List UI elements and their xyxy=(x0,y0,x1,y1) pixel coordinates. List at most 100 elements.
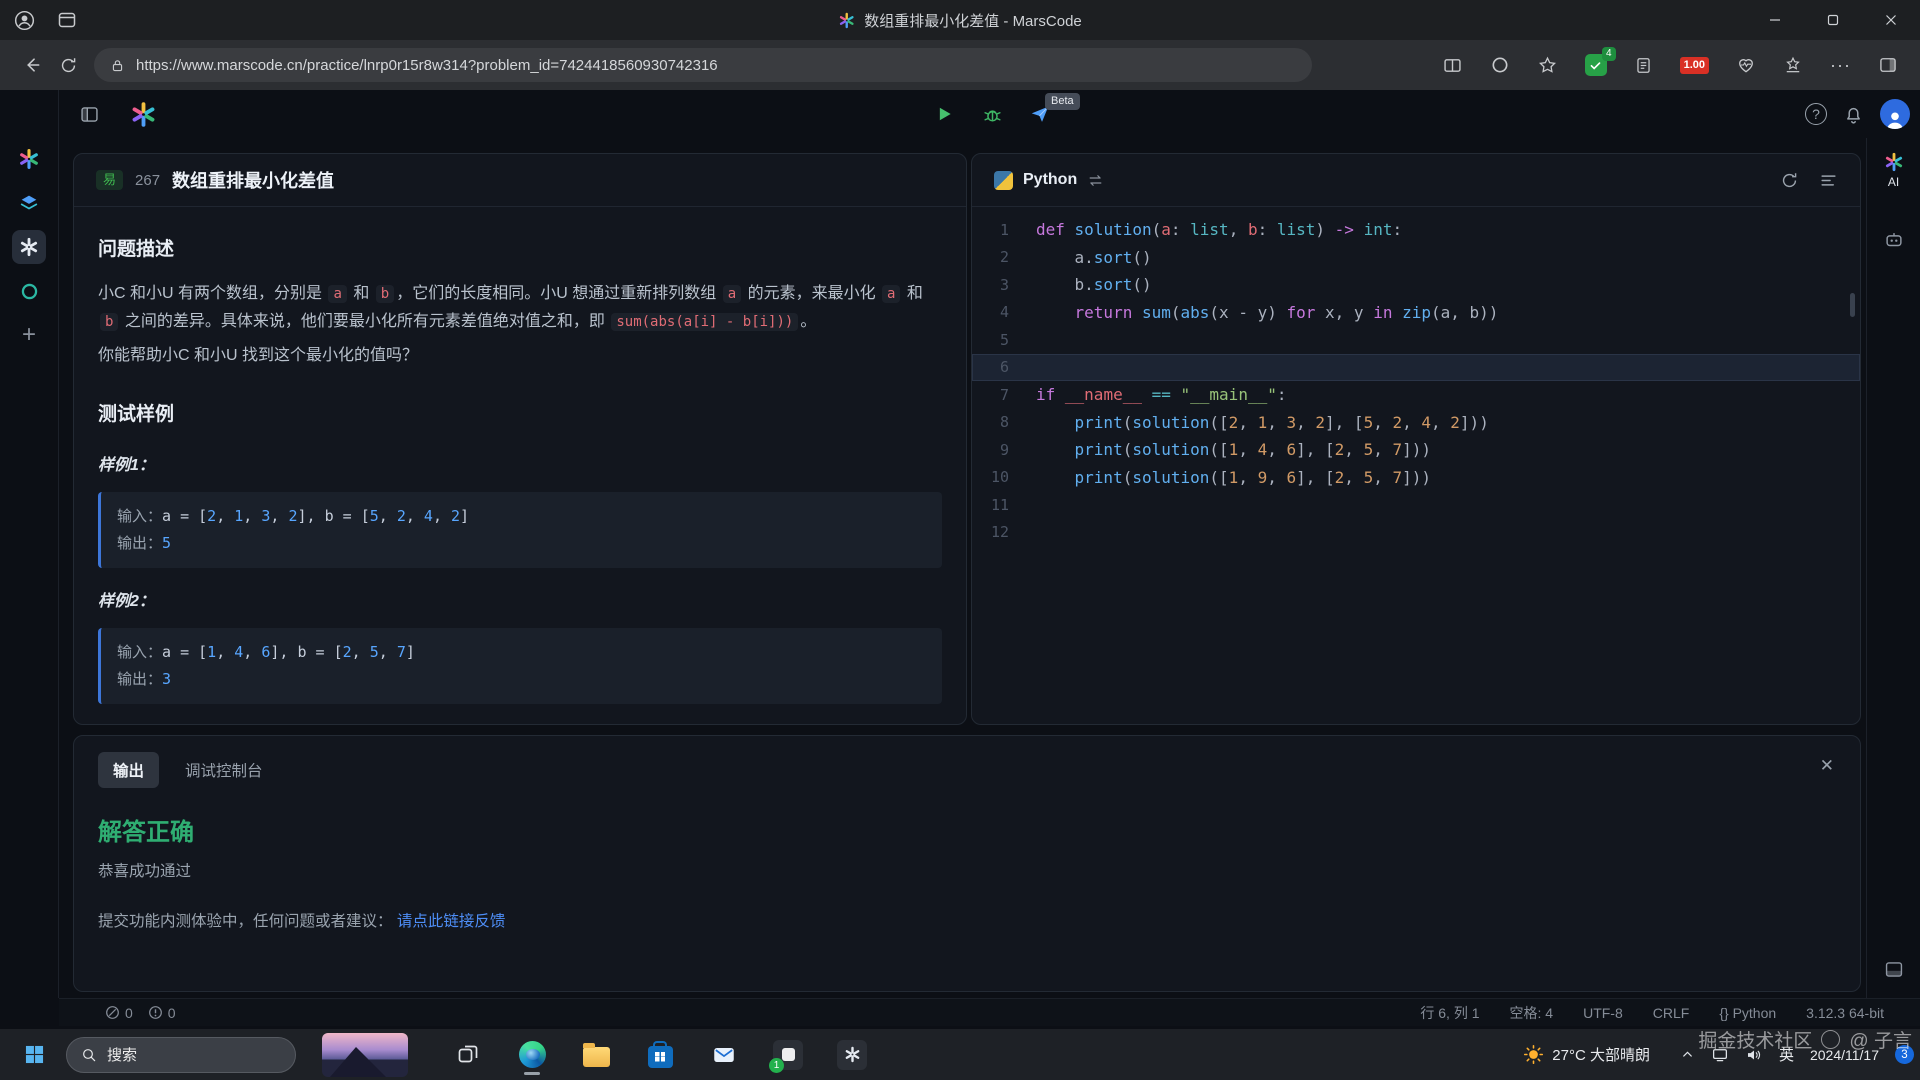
status-item[interactable]: 3.12.3 64-bit xyxy=(1806,1005,1884,1021)
extension-ring-icon[interactable] xyxy=(1490,55,1510,75)
code-line-4[interactable]: 4 return sum(abs(x - y) for x, y in zip(… xyxy=(972,299,1860,327)
mail-button[interactable] xyxy=(702,1033,746,1077)
python-icon xyxy=(994,171,1013,190)
code-line-10[interactable]: 10 print(solution([1, 9, 6], [2, 5, 7])) xyxy=(972,464,1860,492)
status-item[interactable]: {} Python xyxy=(1719,1005,1776,1021)
sidebar-toggle-icon[interactable] xyxy=(1878,55,1898,75)
output-tab-1[interactable]: 调试控制台 xyxy=(185,752,263,788)
code-line-11[interactable]: 11 xyxy=(972,491,1860,519)
url-text[interactable]: https://www.marscode.cn/practice/lnrp0r1… xyxy=(136,57,718,74)
file-explorer-button[interactable] xyxy=(574,1033,618,1077)
code-line-3[interactable]: 3 b.sort() xyxy=(972,271,1860,299)
help-icon[interactable]: ? xyxy=(1805,103,1827,125)
errors-count: 0 xyxy=(125,1005,133,1021)
line-number: 2 xyxy=(972,248,1036,266)
status-item[interactable]: 空格: 4 xyxy=(1510,1003,1554,1023)
inline-code: b xyxy=(100,313,118,331)
difficulty-badge: 易 xyxy=(96,170,123,190)
close-output-icon[interactable]: ✕ xyxy=(1820,756,1834,776)
tray-chevron-icon[interactable] xyxy=(1680,1047,1695,1062)
status-item[interactable]: 行 6, 列 1 xyxy=(1420,1003,1479,1023)
status-item[interactable]: CRLF xyxy=(1653,1005,1690,1021)
code-line-5[interactable]: 5 xyxy=(972,326,1860,354)
start-button[interactable] xyxy=(14,1035,54,1075)
browser-essentials-icon[interactable] xyxy=(1736,55,1756,75)
favorite-star-icon[interactable] xyxy=(1537,55,1558,76)
edge-app-button[interactable] xyxy=(510,1033,554,1077)
switch-language-icon[interactable] xyxy=(1087,172,1104,189)
plugin-robot-icon[interactable] xyxy=(1883,229,1905,251)
address-bar[interactable]: https://www.marscode.cn/practice/lnrp0r1… xyxy=(94,48,1312,82)
inline-code: sum(abs(a[i] - b[i])) xyxy=(611,313,798,331)
refresh-button[interactable] xyxy=(50,47,86,83)
toggle-bottom-panel-icon[interactable] xyxy=(1883,959,1904,980)
marscode-color-icon xyxy=(18,148,40,170)
problem-paragraph: 你能帮助小C 和小U 找到这个最小化的值吗？ xyxy=(98,342,942,370)
tab-actions-icon[interactable] xyxy=(57,10,77,30)
notifications-icon[interactable] xyxy=(1843,104,1864,125)
adblock-extension-icon[interactable]: 4 xyxy=(1585,54,1607,76)
warnings-indicator[interactable]: 0 xyxy=(148,1005,176,1021)
sidebar-item-home[interactable] xyxy=(12,142,46,176)
back-button[interactable] xyxy=(14,47,50,83)
output-panel: 输出调试控制台 ✕ 解答正确 恭喜成功通过 提交功能内测体验中，任何问题或者建议… xyxy=(73,735,1861,992)
status-right: 行 6, 列 1 空格: 4 UTF-8 CRLF {} Python 3.12.3 64… xyxy=(1420,1003,1920,1023)
output-tab-0[interactable]: 输出 xyxy=(98,752,159,788)
photo-thumbnail[interactable] xyxy=(322,1033,408,1077)
status-bar: 0 0 行 6, 列 1 空格: 4 UTF-8 CRLF {} Python 3.12.… xyxy=(59,998,1920,1026)
close-button[interactable] xyxy=(1862,0,1920,40)
task-view-button[interactable] xyxy=(446,1033,490,1077)
sidebar-item-courses[interactable] xyxy=(12,186,46,220)
watermark: 掘金技术社区 @ 子言 xyxy=(1698,1026,1912,1053)
submit-button[interactable]: Beta xyxy=(1023,97,1057,131)
more-options-icon[interactable]: ··· xyxy=(1830,55,1851,76)
marscode-header-logo[interactable] xyxy=(130,101,157,128)
code-line-8[interactable]: 8 print(solution([2, 1, 3, 2], [5, 2, 4,… xyxy=(972,409,1860,437)
search-label: 搜索 xyxy=(107,1044,137,1065)
reset-code-icon[interactable] xyxy=(1780,171,1799,190)
sidebar-item-practice[interactable] xyxy=(12,230,46,264)
code-line-6[interactable]: 6 xyxy=(972,354,1860,382)
format-code-icon[interactable] xyxy=(1819,171,1838,190)
left-rail: + xyxy=(0,90,59,998)
language-selector[interactable]: Python xyxy=(994,171,1104,190)
taskbar-search[interactable]: 搜索 xyxy=(66,1037,296,1073)
split-screen-icon[interactable] xyxy=(1442,55,1463,76)
status-problems[interactable]: 0 0 xyxy=(59,1005,176,1021)
line-number: 10 xyxy=(972,468,1036,486)
weather-widget[interactable]: 27°C 大部晴朗 xyxy=(1523,1044,1650,1065)
code-editor[interactable]: 1def solution(a: list, b: list) -> int:2… xyxy=(972,207,1860,724)
collapse-panel-icon[interactable] xyxy=(79,104,100,125)
price-extension-badge[interactable]: 1.00 xyxy=(1680,57,1709,74)
description-heading: 问题描述 xyxy=(98,233,942,266)
favorites-bar-icon[interactable] xyxy=(1783,55,1803,75)
code-line-12[interactable]: 12 xyxy=(972,519,1860,547)
inline-code: a xyxy=(882,285,900,303)
debug-button[interactable] xyxy=(975,97,1009,131)
errors-indicator[interactable]: 0 xyxy=(105,1005,133,1021)
sidebar-item-community[interactable] xyxy=(12,274,46,308)
problem-paragraph: 小C 和小U 有两个数组，分别是 a 和 b，它们的长度相同。小U 想通过重新排… xyxy=(98,280,942,336)
editor-scrollbar[interactable] xyxy=(1850,293,1855,317)
browser-profile-icon[interactable] xyxy=(14,10,35,31)
marscode-app-button[interactable] xyxy=(830,1033,874,1077)
code-line-7[interactable]: 7if __name__ == "__main__": xyxy=(972,381,1860,409)
feedback-link[interactable]: 请点此链接反馈 xyxy=(397,913,506,930)
add-icon[interactable]: + xyxy=(12,318,46,352)
ai-assistant-icon[interactable] xyxy=(1884,152,1904,172)
beta-badge: Beta xyxy=(1045,93,1080,110)
lock-icon xyxy=(110,58,125,73)
notes-extension-icon[interactable] xyxy=(1634,56,1653,75)
run-button[interactable] xyxy=(927,97,961,131)
code-line-2[interactable]: 2 a.sort() xyxy=(972,244,1860,272)
code-line-1[interactable]: 1def solution(a: list, b: list) -> int: xyxy=(972,216,1860,244)
store-button[interactable] xyxy=(638,1033,682,1077)
code-line-9[interactable]: 9 print(solution([1, 4, 6], [2, 5, 7])) xyxy=(972,436,1860,464)
maximize-button[interactable] xyxy=(1804,0,1862,40)
pinned-app-button[interactable]: 1 xyxy=(766,1033,810,1077)
status-item[interactable]: UTF-8 xyxy=(1583,1005,1623,1021)
minimize-button[interactable] xyxy=(1746,0,1804,40)
line-number: 5 xyxy=(972,331,1036,349)
problem-number: 267 xyxy=(135,172,160,189)
user-avatar[interactable] xyxy=(1880,99,1910,129)
